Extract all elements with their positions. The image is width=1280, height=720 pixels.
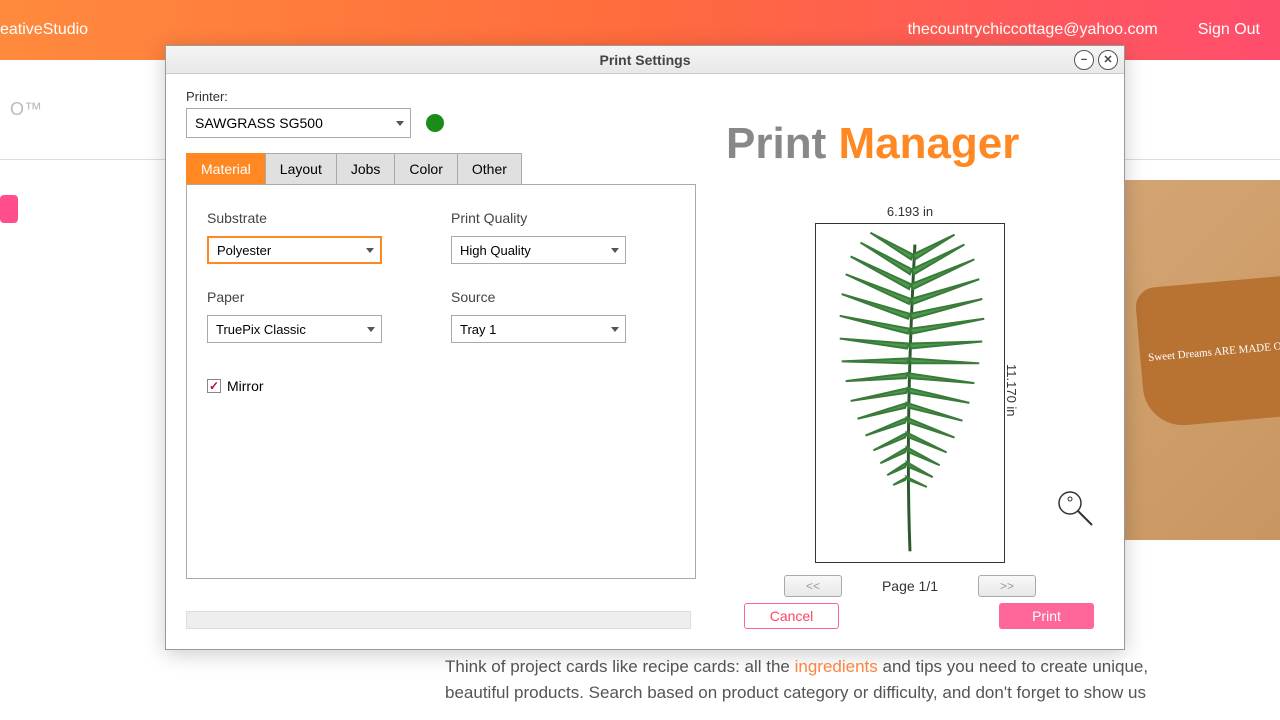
paper-label: Paper <box>207 289 431 305</box>
cancel-button[interactable]: Cancel <box>744 603 839 629</box>
tabs: Material Layout Jobs Color Other <box>186 153 696 184</box>
tab-layout[interactable]: Layout <box>265 153 337 184</box>
print-button[interactable]: Print <box>999 603 1094 629</box>
dialog-title: Print Settings <box>599 52 690 68</box>
height-dimension: 11.170 in <box>1004 364 1019 417</box>
side-tab[interactable] <box>0 195 18 223</box>
mirror-label: Mirror <box>227 378 264 394</box>
source-label: Source <box>451 289 675 305</box>
chevron-down-icon <box>611 248 619 253</box>
ingredients-link[interactable]: ingredients <box>795 657 878 676</box>
app-title: Print Manager <box>726 119 1104 169</box>
logo-text: O™ <box>10 99 42 120</box>
quality-label: Print Quality <box>451 210 675 226</box>
tab-jobs[interactable]: Jobs <box>336 153 396 184</box>
paper-select[interactable]: TruePix Classic <box>207 315 382 343</box>
dialog-title-bar: Print Settings − ✕ <box>166 46 1124 74</box>
prev-page-button[interactable]: << <box>784 575 842 597</box>
source-select[interactable]: Tray 1 <box>451 315 626 343</box>
tab-content: Substrate Polyester Print Quality High Q… <box>186 184 696 579</box>
sign-out-link[interactable]: Sign Out <box>1198 21 1260 39</box>
preview-canvas <box>815 223 1005 563</box>
chevron-down-icon <box>366 248 374 253</box>
preview-area: 6.193 in <box>716 204 1104 597</box>
page-body-text: Think of project cards like recipe cards… <box>430 639 1180 720</box>
chevron-down-icon <box>396 121 404 126</box>
background-image: Sweet Dreams ARE MADE OF CHEESE <box>1120 180 1280 540</box>
cheese-board: Sweet Dreams ARE MADE OF CHEESE <box>1134 272 1280 429</box>
width-dimension: 6.193 in <box>716 204 1104 219</box>
mirror-checkbox[interactable]: ✓ <box>207 379 221 393</box>
user-email: thecountrychiccottage@yahoo.com <box>908 21 1158 39</box>
substrate-select[interactable]: Polyester <box>207 236 382 264</box>
close-button[interactable]: ✕ <box>1098 50 1118 70</box>
chevron-down-icon <box>367 327 375 332</box>
page-indicator: Page 1/1 <box>882 578 938 594</box>
quality-select[interactable]: High Quality <box>451 236 626 264</box>
print-settings-dialog: Print Settings − ✕ Printer: SAWGRASS SG5… <box>165 45 1125 650</box>
tab-material[interactable]: Material <box>186 153 266 184</box>
tab-color[interactable]: Color <box>394 153 457 184</box>
minimize-button[interactable]: − <box>1074 50 1094 70</box>
next-page-button[interactable]: >> <box>978 575 1036 597</box>
app-name: eativeStudio <box>0 21 88 39</box>
progress-bar <box>186 611 691 629</box>
leaf-image <box>816 224 1004 562</box>
tab-other[interactable]: Other <box>457 153 522 184</box>
printer-label: Printer: <box>186 89 696 104</box>
chevron-down-icon <box>611 327 619 332</box>
printer-status-indicator <box>426 114 444 132</box>
substrate-label: Substrate <box>207 210 431 226</box>
printer-select[interactable]: SAWGRASS SG500 <box>186 108 411 138</box>
zoom-icon[interactable] <box>1056 489 1094 532</box>
